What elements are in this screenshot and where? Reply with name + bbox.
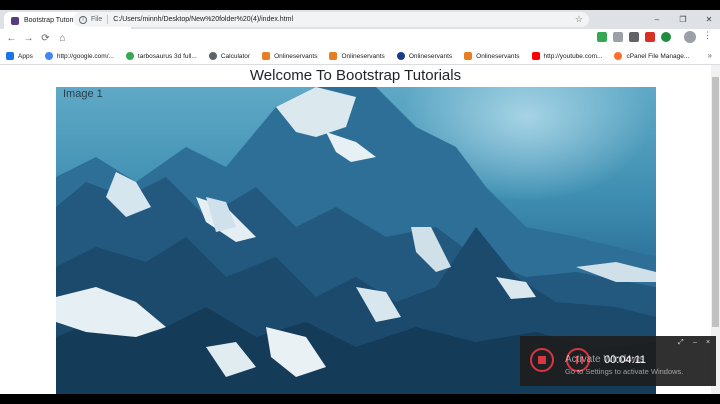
bookmark-label: http://youtube.com... — [543, 52, 603, 60]
bootstrap-favicon-icon — [11, 16, 19, 25]
bookmark-label: Calculator — [220, 52, 251, 60]
youtube-icon — [531, 52, 540, 60]
url-text[interactable]: C:/Users/minnh/Desktop/New%20folder%20(4… — [113, 16, 293, 23]
bookmark-item[interactable]: Onlineservants — [396, 52, 453, 60]
bookmark-item[interactable]: tarbosaurus 3d full... — [125, 52, 197, 60]
site-icon — [329, 52, 338, 60]
site-icon — [464, 52, 473, 60]
site-icon — [262, 52, 271, 60]
scrollbar-thumb[interactable] — [712, 77, 719, 327]
extension-shield-icon[interactable] — [597, 32, 607, 42]
bookmark-label: Onlineservants — [274, 52, 318, 60]
minimize-recorder-icon[interactable]: – — [693, 339, 697, 346]
bookmark-label: cPanel File Manage... — [626, 52, 690, 60]
carousel-caption: Image 1 — [63, 88, 103, 100]
info-icon[interactable]: i — [79, 15, 87, 24]
back-button[interactable]: ← — [3, 30, 20, 47]
home-button[interactable]: ⌂ — [54, 30, 71, 47]
globe-icon — [396, 52, 405, 60]
address-divider — [107, 15, 109, 24]
profile-avatar[interactable] — [684, 31, 696, 43]
bookmark-item[interactable]: Onlineservants — [262, 52, 317, 60]
bookmark-star-icon[interactable]: ☆ — [575, 14, 583, 25]
activate-windows-watermark: Activate Windows Go to Settings to activ… — [565, 354, 683, 376]
bookmark-item[interactable]: Onlineservants — [464, 52, 520, 60]
google-icon — [125, 52, 134, 60]
more-bookmarks-icon[interactable]: » — [708, 51, 712, 60]
bookmark-item[interactable]: Apps — [6, 52, 33, 60]
page-title: Welcome To Bootstrap Tutorials — [249, 67, 462, 84]
bookmark-label: Onlineservants — [408, 52, 453, 60]
extension-icon[interactable] — [645, 32, 655, 42]
close-window-button[interactable]: ✕ — [694, 10, 720, 29]
bookmark-item[interactable]: Calculator — [208, 52, 251, 60]
bookmark-label: Onlineservants — [476, 52, 520, 60]
apps-icon — [6, 52, 14, 60]
bookmark-label: tarbosaurus 3d full... — [137, 52, 197, 60]
stop-recording-button[interactable] — [530, 348, 554, 372]
calculator-icon — [208, 52, 217, 60]
browser-toolbar: ← → ⟳ ⌂ — [0, 29, 720, 48]
cpanel-icon — [614, 52, 623, 60]
forward-button[interactable]: → — [20, 30, 37, 47]
bookmark-label: Apps — [18, 52, 33, 60]
watermark-subtitle: Go to Settings to activate Windows. — [565, 367, 684, 376]
close-recorder-icon[interactable]: × — [706, 339, 710, 346]
reload-button[interactable]: ⟳ — [37, 30, 54, 47]
bookmark-item[interactable]: Onlineservants — [329, 52, 385, 60]
watermark-title: Activate Windows — [565, 354, 644, 365]
extension-icon[interactable] — [613, 32, 623, 42]
bookmark-item[interactable]: cPanel File Manage... — [614, 52, 689, 60]
bookmark-label: http://google.com/... — [56, 52, 114, 60]
browser-menu-icon[interactable]: ⋮ — [703, 30, 712, 41]
extension-icon[interactable] — [629, 32, 639, 42]
bookmark-item[interactable]: http://youtube.com... — [531, 52, 603, 60]
extension-icon[interactable] — [661, 32, 671, 42]
bookmark-item[interactable]: http://google.com/... — [44, 52, 114, 60]
bookmark-label: Onlineservants — [341, 52, 385, 60]
expand-recorder-icon[interactable]: ⤢ — [678, 339, 684, 347]
scheme-label: File — [91, 16, 103, 23]
bookmarks-bar: Apps http://google.com/... tarbosaurus 3… — [0, 48, 720, 65]
address-bar[interactable]: i File C:/Users/minnh/Desktop/New%20fold… — [73, 12, 589, 27]
google-icon — [44, 52, 53, 60]
